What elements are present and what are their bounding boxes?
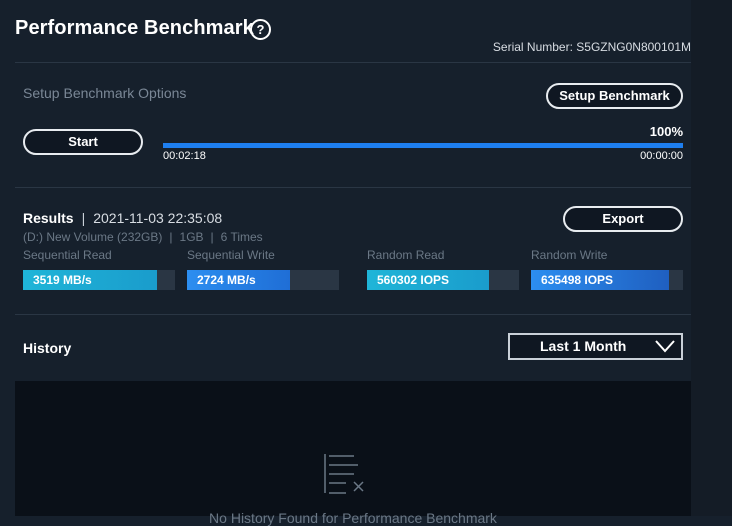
- metric-label-sequential-write: Sequential Write: [187, 248, 275, 262]
- metric-value: 3519 MB/s: [33, 273, 92, 287]
- metric-value: 560302 IOPS: [377, 273, 450, 287]
- metric-label-sequential-read: Sequential Read: [23, 248, 112, 262]
- history-panel: No History Found for Performance Benchma…: [15, 381, 691, 526]
- setup-benchmark-button[interactable]: Setup Benchmark: [546, 83, 683, 109]
- window-edge: [691, 0, 732, 516]
- metric-label-random-read: Random Read: [367, 248, 445, 262]
- performance-benchmark-page: Performance Benchmark ? Serial Number: S…: [0, 0, 691, 526]
- separator: |: [169, 230, 173, 244]
- separator: |: [81, 210, 86, 226]
- list-clear-icon: [324, 454, 364, 494]
- chevron-down-icon: [655, 340, 675, 353]
- metric-label-random-write: Random Write: [531, 248, 608, 262]
- separator: |: [210, 230, 214, 244]
- export-button[interactable]: Export: [563, 206, 683, 232]
- history-range-value: Last 1 Month: [540, 338, 627, 354]
- progress-bar: [163, 143, 683, 148]
- setup-options-label: Setup Benchmark Options: [23, 85, 187, 101]
- divider: [15, 187, 691, 188]
- elapsed-time: 00:02:18: [163, 150, 206, 162]
- history-title: History: [23, 340, 72, 356]
- results-header: Results | 2021-11-03 22:35:08: [23, 210, 222, 226]
- divider: [15, 314, 691, 315]
- metric-bar-sequential-read: 3519 MB/s: [23, 270, 175, 290]
- results-date: 2021-11-03 22:35:08: [93, 210, 223, 226]
- test-size: 1GB: [179, 230, 204, 244]
- empty-history-text: No History Found for Performance Benchma…: [209, 510, 497, 526]
- volume-label: (D:) New Volume (232GB): [23, 230, 163, 244]
- progress-percent: 100%: [649, 124, 683, 139]
- metric-bar-sequential-write: 2724 MB/s: [187, 270, 339, 290]
- serial-number: Serial Number: S5GZNG0N800101M: [492, 40, 691, 54]
- metric-bar-random-write: 635498 IOPS: [531, 270, 683, 290]
- start-button[interactable]: Start: [23, 129, 143, 155]
- divider: [15, 62, 691, 63]
- test-count: 6 Times: [220, 230, 263, 244]
- results-meta: (D:) New Volume (232GB) | 1GB | 6 Times: [23, 230, 263, 244]
- page-title: Performance Benchmark: [15, 17, 254, 39]
- results-label: Results: [23, 210, 74, 226]
- metric-value: 635498 IOPS: [541, 273, 614, 287]
- history-range-dropdown[interactable]: Last 1 Month: [508, 333, 683, 360]
- metric-value: 2724 MB/s: [197, 273, 256, 287]
- metric-bar-random-read: 560302 IOPS: [367, 270, 519, 290]
- help-icon[interactable]: ?: [250, 19, 271, 40]
- progress-fill: [163, 143, 683, 148]
- remaining-time: 00:00:00: [640, 150, 683, 162]
